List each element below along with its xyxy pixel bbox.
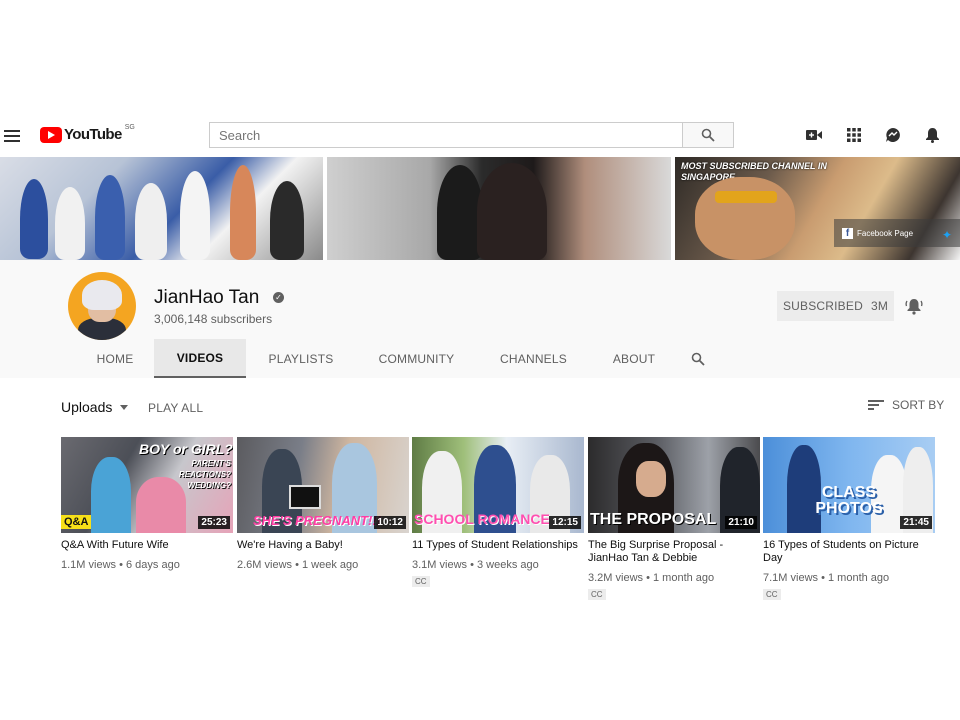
channel-tabs: HOME VIDEOS PLAYLISTS COMMUNITY CHANNELS… — [76, 339, 718, 378]
video-age: 6 days ago — [126, 559, 180, 571]
channel-avatar — [68, 272, 136, 340]
closed-captions-badge: CC — [763, 589, 781, 600]
video-duration: 10:12 — [374, 516, 406, 529]
closed-captions-badge: CC — [412, 576, 430, 587]
video-thumbnail[interactable]: THE PROPOSAL 21:10 — [588, 437, 760, 533]
video-title[interactable]: 16 Types of Students on Picture Day — [763, 539, 935, 565]
video-views: 1.1M views — [61, 559, 117, 571]
facebook-page-link[interactable]: f Facebook Page ✦ — [834, 219, 960, 247]
video-duration: 21:45 — [900, 516, 932, 529]
channel-header: JianHao Tan ✓ 3,006,148 subscribers SUBS… — [0, 260, 960, 378]
facebook-link-label: Facebook Page — [857, 228, 914, 238]
video-views: 3.1M views — [412, 559, 468, 571]
tab-playlists[interactable]: PLAYLISTS — [246, 339, 356, 378]
video-thumbnail[interactable]: SCHOOL ROMANCE 12:15 — [412, 437, 584, 533]
masthead: YouTube SG — [0, 118, 960, 154]
youtube-logo[interactable]: YouTube SG — [40, 124, 135, 143]
tab-home[interactable]: HOME — [76, 339, 154, 378]
subscriber-count: 3,006,148 subscribers — [154, 312, 273, 326]
video-item[interactable]: CLASS PHOTOS 21:45 16 Types of Students … — [763, 437, 935, 617]
channel-banner: MOST SUBSCRIBED CHANNEL IN SINGAPORE f F… — [0, 157, 960, 260]
video-item[interactable]: BOY or GIRL? PARENT'S REACTIONS? WEDDING… — [61, 437, 233, 617]
thumbnail-text: THE PROPOSAL — [590, 511, 717, 528]
video-title[interactable]: We're Having a Baby! — [237, 539, 409, 552]
sort-by-button[interactable]: SORT BY — [868, 398, 944, 412]
sort-by-label: SORT BY — [892, 398, 945, 412]
channel-search-icon[interactable] — [678, 339, 718, 378]
uploads-label: Uploads — [61, 399, 113, 415]
hamburger-menu-icon[interactable] — [4, 127, 20, 143]
logo-region: SG — [124, 124, 135, 131]
channel-notification-bell-icon[interactable] — [904, 296, 924, 316]
search-input[interactable] — [209, 122, 683, 148]
closed-captions-badge: CC — [588, 589, 606, 600]
video-title[interactable]: 11 Types of Student Relationships — [412, 539, 584, 552]
video-meta: 3.2M views • 1 month ago — [588, 572, 715, 584]
video-meta: 7.1M views • 1 month ago — [763, 572, 890, 584]
thumbnail-subtext: PARENT'S REACTIONS? WEDDING? — [179, 459, 231, 490]
thumbnail-tag: Q&A — [61, 515, 92, 529]
tab-videos[interactable]: VIDEOS — [154, 339, 246, 378]
thumbnail-text: SHE'S PREGNANT!!! — [253, 513, 382, 528]
video-age: 1 month ago — [828, 572, 890, 584]
logo-text: YouTube — [64, 126, 122, 143]
subscribed-button[interactable]: SUBSCRIBED 3M — [777, 291, 894, 321]
video-item[interactable]: SCHOOL ROMANCE 12:15 11 Types of Student… — [412, 437, 584, 617]
video-item[interactable]: SHE'S PREGNANT!!! 10:12 We're Having a B… — [237, 437, 409, 617]
video-item[interactable]: THE PROPOSAL 21:10 The Big Surprise Prop… — [588, 437, 760, 617]
video-meta: 3.1M views • 3 weeks ago — [412, 559, 539, 571]
video-age: 1 month ago — [653, 572, 715, 584]
video-title[interactable]: The Big Surprise Proposal - JianHao Tan … — [588, 539, 760, 565]
video-age: 3 weeks ago — [477, 559, 539, 571]
search-icon — [701, 128, 715, 142]
tab-about[interactable]: ABOUT — [590, 339, 678, 378]
video-views: 3.2M views — [588, 572, 644, 584]
notifications-bell-icon[interactable] — [923, 126, 941, 144]
thumbnail-text: CLASS PHOTOS — [815, 484, 883, 517]
video-age: 1 week ago — [302, 559, 359, 571]
create-video-icon[interactable] — [805, 126, 823, 144]
video-grid: BOY or GIRL? PARENT'S REACTIONS? WEDDING… — [61, 437, 937, 617]
verified-check-icon: ✓ — [273, 292, 284, 303]
tab-channels[interactable]: CHANNELS — [477, 339, 590, 378]
video-meta: 1.1M views • 6 days ago — [61, 559, 180, 571]
uploads-dropdown[interactable]: Uploads — [61, 399, 129, 415]
banner-image-celebration: MOST SUBSCRIBED CHANNEL IN SINGAPORE f F… — [675, 157, 960, 260]
banner-image-class — [0, 157, 323, 260]
video-duration: 12:15 — [549, 516, 581, 529]
thumbnail-text: BOY or GIRL? — [139, 441, 233, 457]
video-meta: 2.6M views • 1 week ago — [237, 559, 359, 571]
video-duration: 21:10 — [725, 516, 757, 529]
banner-image-couple — [327, 157, 671, 260]
channel-name: JianHao Tan — [154, 287, 260, 308]
video-views: 7.1M views — [763, 572, 819, 584]
video-views: 2.6M views — [237, 559, 293, 571]
video-thumbnail[interactable]: CLASS PHOTOS 21:45 — [763, 437, 935, 533]
youtube-play-icon — [40, 126, 62, 143]
twitter-icon[interactable]: ✦ — [942, 228, 952, 242]
tab-community[interactable]: COMMUNITY — [356, 339, 477, 378]
video-thumbnail[interactable]: BOY or GIRL? PARENT'S REACTIONS? WEDDING… — [61, 437, 233, 533]
messages-icon[interactable] — [884, 126, 902, 144]
video-thumbnail[interactable]: SHE'S PREGNANT!!! 10:12 — [237, 437, 409, 533]
caret-down-icon — [120, 404, 129, 410]
thumbnail-text: SCHOOL ROMANCE — [414, 511, 550, 527]
facebook-icon: f — [842, 227, 853, 239]
subscribed-label: SUBSCRIBED — [782, 299, 863, 313]
video-title[interactable]: Q&A With Future Wife — [61, 539, 233, 552]
play-all-button[interactable]: PLAY ALL — [148, 401, 203, 415]
apps-grid-icon[interactable] — [845, 126, 863, 144]
search-button[interactable] — [682, 122, 734, 148]
sort-icon — [868, 398, 884, 412]
video-duration: 25:23 — [198, 516, 230, 529]
subscribed-count: 3M — [870, 299, 889, 313]
